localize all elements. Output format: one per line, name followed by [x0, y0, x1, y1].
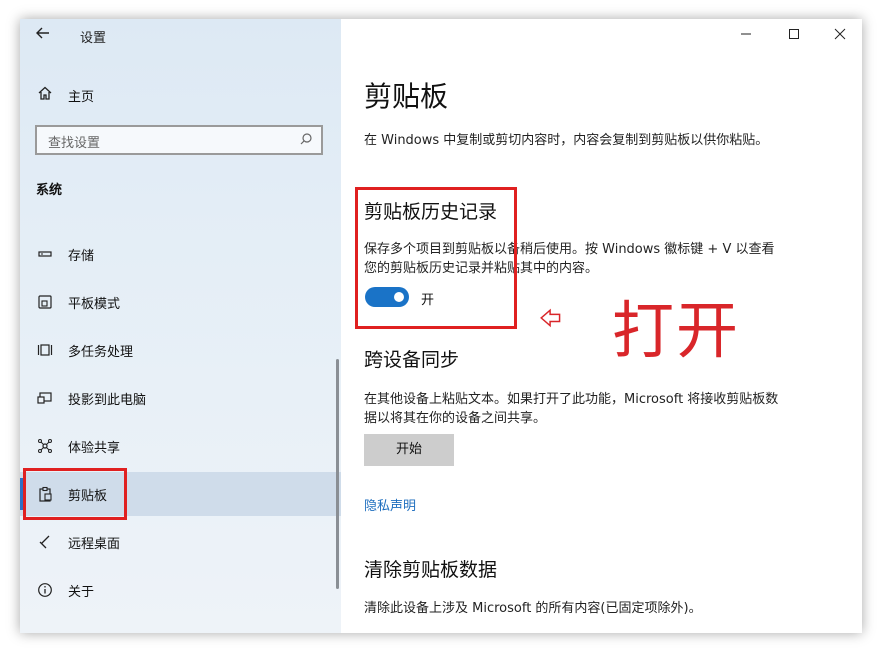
- highlight-box-history: [355, 187, 517, 329]
- multitask-icon: [36, 341, 54, 359]
- page-title: 剪贴板: [364, 80, 449, 113]
- project-icon: [36, 389, 54, 407]
- back-arrow-icon[interactable]: [32, 25, 54, 47]
- sidebar-item-tablet-mode[interactable]: 平板模式: [20, 280, 341, 324]
- sidebar-item-label: 关于: [68, 585, 95, 600]
- window-title: 设置: [80, 31, 107, 46]
- search-icon: [299, 132, 315, 148]
- clipboard-intro: 在 Windows 中复制或剪切内容时，内容会复制到剪贴板以供你粘贴。: [364, 133, 769, 148]
- clear-description: 清除此设备上涉及 Microsoft 的所有内容(已固定项除外)。: [364, 601, 702, 616]
- share-icon: [36, 437, 54, 455]
- annotation-text: 打开: [612, 294, 741, 367]
- nav-home[interactable]: 主页: [20, 75, 341, 111]
- minimize-icon[interactable]: [735, 25, 757, 47]
- info-icon: [36, 581, 54, 599]
- sidebar-item-label: 平板模式: [68, 297, 121, 312]
- sidebar-item-shared-experiences[interactable]: 体验共享: [20, 424, 341, 468]
- sidebar-scrollbar[interactable]: [336, 359, 339, 589]
- close-icon[interactable]: [829, 25, 851, 47]
- sidebar-item-remote-desktop[interactable]: 远程桌面: [20, 520, 341, 564]
- home-icon: [36, 84, 54, 102]
- sync-heading: 跨设备同步: [364, 349, 460, 371]
- sync-description-line2: 据以将其在你的设备之间共享。: [364, 411, 547, 426]
- annotation-arrow-icon: [540, 308, 561, 328]
- sidebar-item-multitasking[interactable]: 多任务处理: [20, 328, 341, 372]
- start-button[interactable]: 开始: [364, 434, 454, 466]
- sidebar-item-label: 存储: [68, 249, 95, 264]
- sidebar-item-project[interactable]: 投影到此电脑: [20, 376, 341, 420]
- tablet-icon: [36, 293, 54, 311]
- nav-home-label: 主页: [68, 90, 95, 105]
- maximize-icon[interactable]: [783, 25, 805, 47]
- sidebar-item-label: 体验共享: [68, 441, 121, 456]
- privacy-statement-link[interactable]: 隐私声明: [364, 495, 416, 514]
- storage-icon: [36, 245, 54, 263]
- sidebar-item-about[interactable]: 关于: [20, 568, 341, 612]
- remote-icon: [36, 533, 54, 551]
- sidebar-item-label: 投影到此电脑: [68, 393, 147, 408]
- section-title-system: 系统: [36, 183, 63, 198]
- sidebar-item-storage[interactable]: 存储: [20, 232, 341, 276]
- search-input[interactable]: 查找设置: [35, 125, 323, 155]
- sidebar: 设置 主页 查找设置 系统 存储 平板模式 多任务处理 投影到此电脑 体验共享 …: [20, 19, 341, 633]
- sidebar-item-label: 远程桌面: [68, 537, 121, 552]
- highlight-box-clipboard: [23, 468, 127, 520]
- clear-heading: 清除剪贴板数据: [364, 559, 498, 581]
- search-placeholder: 查找设置: [48, 136, 101, 151]
- sync-description-line1: 在其他设备上粘贴文本。如果打开了此功能，Microsoft 将接收剪贴板数: [364, 392, 779, 407]
- sidebar-item-label: 多任务处理: [68, 345, 134, 360]
